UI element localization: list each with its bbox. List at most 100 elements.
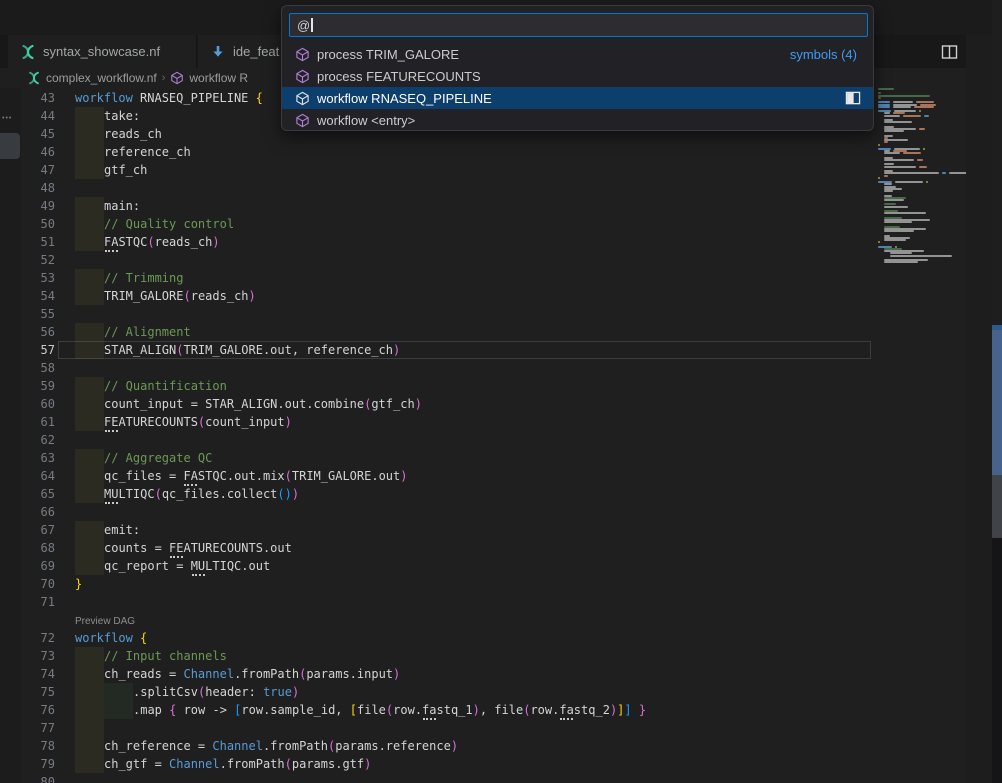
indent-guide-block xyxy=(75,395,104,413)
indent-guide-block xyxy=(75,719,104,737)
text-cursor xyxy=(311,18,313,32)
code-line-54[interactable]: 54TRIM_GALORE(reads_ch) xyxy=(0,287,874,305)
code-line-57[interactable]: 57STAR_ALIGN(TRIM_GALORE.out, reference_… xyxy=(0,341,874,359)
minimap-line xyxy=(878,88,897,90)
code-line-50[interactable]: 50// Quality control xyxy=(0,215,874,233)
tab-label: ide_feat xyxy=(233,44,279,59)
quickpick-item-label: process TRIM_GALORE xyxy=(317,47,459,62)
minimap-line xyxy=(878,95,933,97)
symbol-class-icon xyxy=(295,91,310,106)
code-line-48[interactable]: 48 xyxy=(0,179,874,197)
minimap[interactable] xyxy=(874,88,966,783)
code-line-80[interactable]: 80 xyxy=(0,773,874,783)
quickpick-item-label: process FEATURECOUNTS xyxy=(317,69,481,84)
rail-handle[interactable] xyxy=(0,133,20,159)
chevron-right-icon: › xyxy=(162,72,166,84)
breadcrumb-symbol[interactable]: workflow R xyxy=(189,71,248,85)
code-line-46[interactable]: 46reference_ch xyxy=(0,143,874,161)
minimap-line xyxy=(884,199,907,201)
overview-region xyxy=(992,330,1002,475)
quickpick-item[interactable]: process FEATURECOUNTS xyxy=(282,65,873,87)
code-text: ch_reference = Channel.fromPath(params.r… xyxy=(104,737,458,755)
code-line-47[interactable]: 47gtf_ch xyxy=(0,161,874,179)
code-line-71[interactable]: 71 xyxy=(0,593,874,611)
indent-guide-block xyxy=(104,701,133,719)
minimap-line xyxy=(884,261,921,263)
code-line-55[interactable]: 55 xyxy=(0,305,874,323)
code-text: ch_gtf = Channel.fromPath(params.gtf) xyxy=(104,755,371,773)
overview-dark xyxy=(992,538,1002,783)
minimap-line xyxy=(884,121,915,123)
code-line-66[interactable]: 66 xyxy=(0,503,874,521)
code-text: count_input = STAR_ALIGN.out.combine(gtf… xyxy=(104,395,422,413)
left-rail: ••• xyxy=(0,88,21,783)
code-line-79[interactable]: 79ch_gtf = Channel.fromPath(params.gtf) xyxy=(0,755,874,773)
code-line-74[interactable]: 74ch_reads = Channel.fromPath(params.inp… xyxy=(0,665,874,683)
quickpick-meta-symbols-count: symbols (4) xyxy=(790,47,857,62)
breadcrumb-file[interactable]: complex_workflow.nf xyxy=(46,71,157,85)
indent-guide-block xyxy=(75,143,104,161)
code-text: // Quality control xyxy=(104,215,234,233)
quickpick-input[interactable]: @ xyxy=(289,13,868,37)
quickpick-item[interactable]: workflow <entry> xyxy=(282,109,873,131)
scrollbar-thumb[interactable] xyxy=(992,475,1002,538)
code-line-65[interactable]: 65MULTIQC(qc_files.collect()) xyxy=(0,485,874,503)
code-line-75[interactable]: 75.splitCsv(header: true) xyxy=(0,683,874,701)
vscode-window: syntax_showcase.nf ide_feat ··· xyxy=(0,0,1002,783)
code-line-59[interactable]: 59// Quantification xyxy=(0,377,874,395)
minimap-line xyxy=(878,106,937,108)
code-line-53[interactable]: 53// Trimming xyxy=(0,269,874,287)
indent-guide-block xyxy=(75,413,104,431)
code-text: // Aggregate QC xyxy=(104,449,212,467)
code-line-61[interactable]: 61FEATURECOUNTS(count_input) xyxy=(0,413,874,431)
indent-guide-block xyxy=(75,701,104,719)
code-text: reads_ch xyxy=(104,125,162,143)
code-text: MULTIQC(qc_files.collect()) xyxy=(104,485,299,503)
minimap-line xyxy=(884,239,909,241)
code-line-70[interactable]: 70} xyxy=(0,575,874,593)
code-line-76[interactable]: 76.map { row -> [row.sample_id, [file(ro… xyxy=(0,701,874,719)
code-line-49[interactable]: 49main: xyxy=(0,197,874,215)
minimap-line xyxy=(884,175,891,177)
code-line-73[interactable]: 73// Input channels xyxy=(0,647,874,665)
minimap-line xyxy=(884,166,930,168)
indent-guide-block xyxy=(75,161,104,179)
symbol-class-icon xyxy=(170,71,184,85)
code-editor[interactable]: 43workflow RNASEQ_PIPELINE {44take:45rea… xyxy=(0,88,874,783)
code-line-77[interactable]: 77 xyxy=(0,719,874,737)
indent-guide-block xyxy=(75,269,104,287)
code-line-64[interactable]: 64qc_files = FASTQC.out.mix(TRIM_GALORE.… xyxy=(0,467,874,485)
quickpick-item[interactable]: process TRIM_GALORE symbols (4) xyxy=(282,43,873,65)
indent-guide-block xyxy=(75,287,104,305)
split-editor-button[interactable] xyxy=(941,44,958,60)
code-line-72[interactable]: 72workflow { xyxy=(0,629,874,647)
indent-guide-block xyxy=(75,233,104,251)
code-line-58[interactable]: 58 xyxy=(0,359,874,377)
quickpick-item[interactable]: workflow RNASEQ_PIPELINE xyxy=(282,87,873,109)
indent-guide-block xyxy=(75,557,104,575)
code-text: qc_files = FASTQC.out.mix(TRIM_GALORE.ou… xyxy=(104,467,407,485)
code-line-68[interactable]: 68counts = FEATURECOUNTS.out xyxy=(0,539,874,557)
code-text: gtf_ch xyxy=(104,161,147,179)
overflow-dots-icon[interactable]: ••• xyxy=(2,115,12,122)
indent-guide-block xyxy=(75,485,104,503)
code-line-63[interactable]: 63// Aggregate QC xyxy=(0,449,874,467)
nextflow-icon xyxy=(20,44,36,60)
code-line-52[interactable]: 52 xyxy=(0,251,874,269)
code-line-56[interactable]: 56// Alignment xyxy=(0,323,874,341)
tab-syntax-showcase[interactable]: syntax_showcase.nf xyxy=(8,35,197,68)
open-to-side-icon[interactable] xyxy=(845,91,861,106)
overview-ruler[interactable] xyxy=(992,0,1002,783)
code-text: workflow RNASEQ_PIPELINE { xyxy=(75,89,263,107)
quickpick-query: @ xyxy=(297,18,310,33)
code-text: workflow { xyxy=(75,629,147,647)
codelens-row[interactable]: Preview DAG xyxy=(0,611,874,629)
indent-guide-block xyxy=(75,467,104,485)
code-line-69[interactable]: 69qc_report = MULTIQC.out xyxy=(0,557,874,575)
code-line-67[interactable]: 67emit: xyxy=(0,521,874,539)
code-line-62[interactable]: 62 xyxy=(0,431,874,449)
code-line-60[interactable]: 60count_input = STAR_ALIGN.out.combine(g… xyxy=(0,395,874,413)
code-line-78[interactable]: 78ch_reference = Channel.fromPath(params… xyxy=(0,737,874,755)
code-line-51[interactable]: 51FASTQC(reads_ch) xyxy=(0,233,874,251)
minimap-line xyxy=(884,159,926,161)
